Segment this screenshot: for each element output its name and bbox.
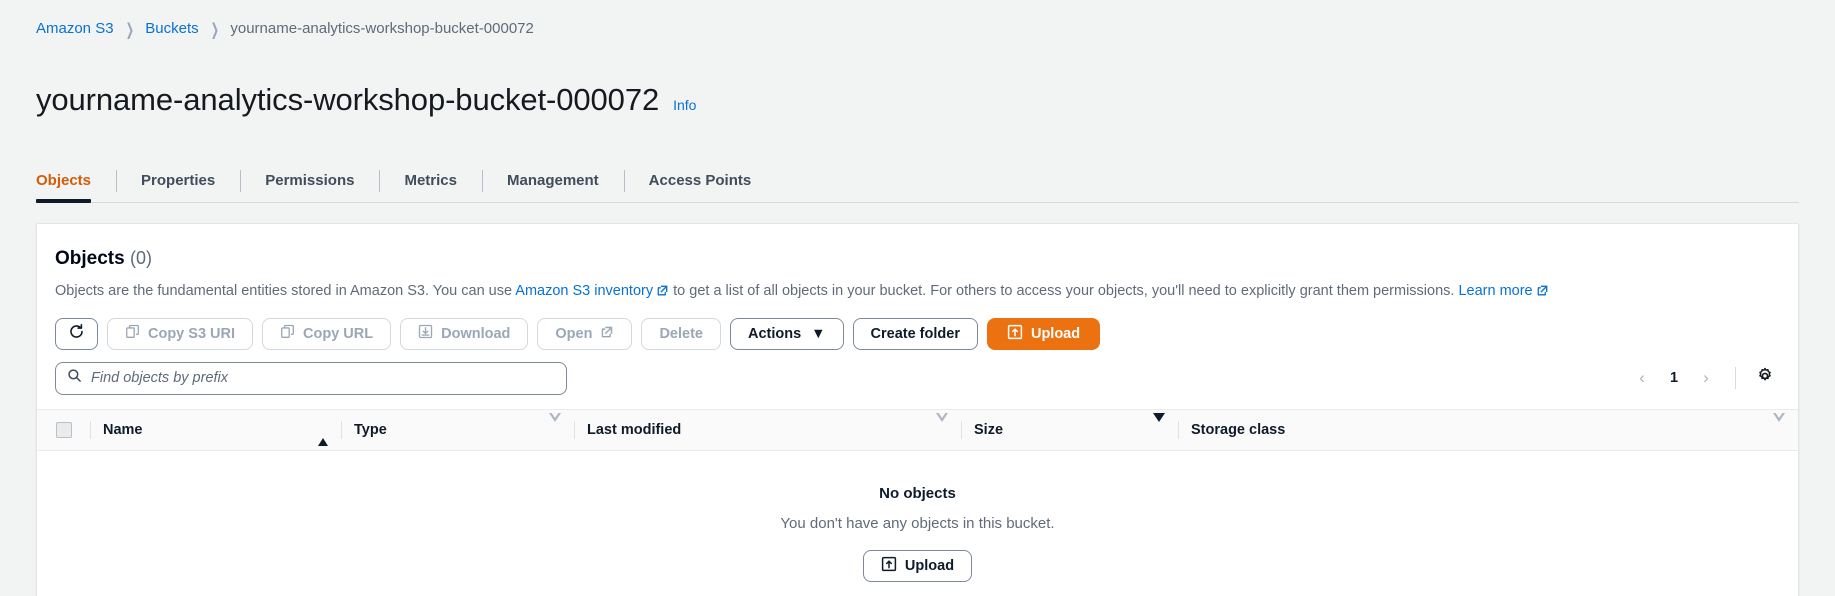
objects-panel-description: Objects are the fundamental entities sto… (55, 281, 1780, 303)
column-header-last-modified[interactable]: Last modified (574, 410, 961, 450)
tab-objects[interactable]: Objects (36, 166, 116, 203)
sort-descending-icon (549, 412, 561, 438)
pagination-prev-button[interactable]: ‹ (1627, 363, 1657, 393)
download-label: Download (441, 325, 511, 342)
upload-button[interactable]: Upload (986, 317, 1101, 350)
breadcrumb-item-current-bucket: yourname-analytics-workshop-bucket-00007… (230, 20, 534, 37)
column-header-type[interactable]: Type (341, 410, 574, 450)
bucket-tabs: Objects Properties Permissions Metrics M… (36, 166, 1799, 203)
search-input[interactable] (91, 362, 566, 394)
select-all-checkbox[interactable] (55, 421, 72, 438)
page-header: yourname-analytics-workshop-bucket-00007… (0, 38, 1835, 140)
actions-label: Actions (747, 325, 802, 342)
upload-label: Upload (1030, 325, 1081, 342)
refresh-button[interactable] (55, 317, 98, 350)
learn-more-link[interactable]: Learn more (1458, 283, 1532, 299)
chevron-right-icon: ❯ (125, 19, 134, 39)
column-header-size-label: Size (974, 421, 1004, 438)
pagination-next-button[interactable]: › (1691, 363, 1721, 393)
tab-metrics[interactable]: Metrics (379, 166, 482, 202)
empty-state-upload-button[interactable]: Upload (862, 549, 973, 582)
objects-panel-title: Objects (0) (55, 246, 1780, 271)
objects-toolbar: Copy S3 URI Copy URL Download Open Delet… (37, 303, 1798, 350)
objects-panel-header: Objects (0) Objects are the fundamental … (37, 240, 1798, 303)
download-button[interactable]: Download (400, 317, 529, 350)
gear-icon (1756, 367, 1774, 390)
copy-url-button[interactable]: Copy URL (262, 317, 392, 350)
empty-state-upload-label: Upload (904, 557, 955, 574)
delete-button[interactable]: Delete (641, 317, 721, 350)
objects-panel: Objects (0) Objects are the fundamental … (36, 222, 1799, 596)
pagination: ‹ 1 › (1627, 363, 1780, 393)
column-header-size[interactable]: Size (961, 410, 1178, 450)
tab-access-points[interactable]: Access Points (623, 166, 777, 202)
page-title: yourname-analytics-workshop-bucket-00007… (36, 81, 660, 117)
table-header-row: Name Type Last modified Size Storage cla (37, 408, 1798, 451)
empty-state-title: No objects (879, 484, 956, 502)
chevron-down-icon: ▼ (811, 325, 826, 342)
create-folder-button[interactable]: Create folder (852, 317, 978, 350)
breadcrumb-item-buckets[interactable]: Buckets (145, 20, 198, 38)
create-folder-label: Create folder (870, 325, 960, 342)
sort-descending-icon (936, 412, 948, 438)
upload-icon (1007, 324, 1023, 344)
tab-permissions-label: Permissions (265, 171, 355, 189)
objects-table: Name Type Last modified Size Storage cla (37, 408, 1798, 596)
sort-ascending-icon (318, 421, 328, 446)
copy-s3-uri-label: Copy S3 URI (148, 325, 236, 342)
external-link-icon (1536, 283, 1549, 303)
column-header-name-label: Name (103, 421, 143, 438)
upload-icon (881, 556, 897, 576)
description-text-part1: Objects are the fundamental entities sto… (55, 282, 516, 299)
description-text-part2: to get a list of all objects in your buc… (669, 282, 1459, 299)
tab-access-points-label: Access Points (648, 171, 752, 189)
copy-icon (125, 324, 140, 343)
breadcrumb: Amazon S3 ❯ Buckets ❯ yourname-analytics… (0, 0, 1835, 39)
info-link[interactable]: Info (673, 97, 696, 113)
sort-descending-icon (1153, 412, 1165, 438)
pagination-divider (1735, 367, 1736, 390)
select-all-header (37, 410, 90, 450)
column-header-type-label: Type (354, 421, 387, 438)
tab-metrics-label: Metrics (404, 171, 457, 189)
amazon-s3-inventory-link[interactable]: Amazon S3 inventory (515, 283, 653, 299)
chevron-right-icon: ❯ (210, 19, 219, 39)
tab-management-label: Management (506, 171, 599, 189)
external-link-icon (600, 325, 614, 343)
objects-title-text: Objects (55, 247, 125, 269)
copy-icon (280, 324, 295, 343)
pagination-page-1[interactable]: 1 (1661, 364, 1687, 392)
objects-filter-row: ‹ 1 › (37, 350, 1798, 395)
external-link-icon (656, 283, 669, 303)
sort-descending-icon (1773, 412, 1785, 438)
delete-label: Delete (659, 325, 703, 342)
empty-state: No objects You don't have any objects in… (37, 451, 1798, 596)
tab-permissions[interactable]: Permissions (240, 166, 379, 202)
column-header-last-modified-label: Last modified (587, 421, 682, 438)
preferences-button[interactable] (1750, 363, 1780, 393)
open-button[interactable]: Open (537, 317, 633, 350)
search-box[interactable] (55, 361, 567, 395)
tab-properties-label: Properties (141, 171, 216, 189)
download-icon (418, 324, 433, 343)
refresh-icon (68, 323, 85, 344)
column-header-storage-class-label: Storage class (1191, 421, 1286, 438)
open-label: Open (555, 325, 593, 342)
copy-s3-uri-button[interactable]: Copy S3 URI (107, 317, 254, 350)
column-header-storage-class[interactable]: Storage class (1178, 410, 1798, 450)
search-icon (67, 368, 82, 388)
tab-objects-label: Objects (36, 171, 92, 189)
column-header-name[interactable]: Name (90, 410, 341, 450)
empty-state-subtitle: You don't have any objects in this bucke… (780, 514, 1055, 532)
copy-url-label: Copy URL (303, 325, 374, 342)
breadcrumb-item-amazon-s3[interactable]: Amazon S3 (36, 20, 114, 38)
tab-management[interactable]: Management (481, 166, 624, 202)
actions-button[interactable]: Actions ▼ (729, 317, 844, 350)
s3-bucket-objects-page: Amazon S3 ❯ Buckets ❯ yourname-analytics… (0, 0, 1835, 596)
objects-count: (0) (129, 247, 152, 268)
tab-properties[interactable]: Properties (116, 166, 240, 202)
